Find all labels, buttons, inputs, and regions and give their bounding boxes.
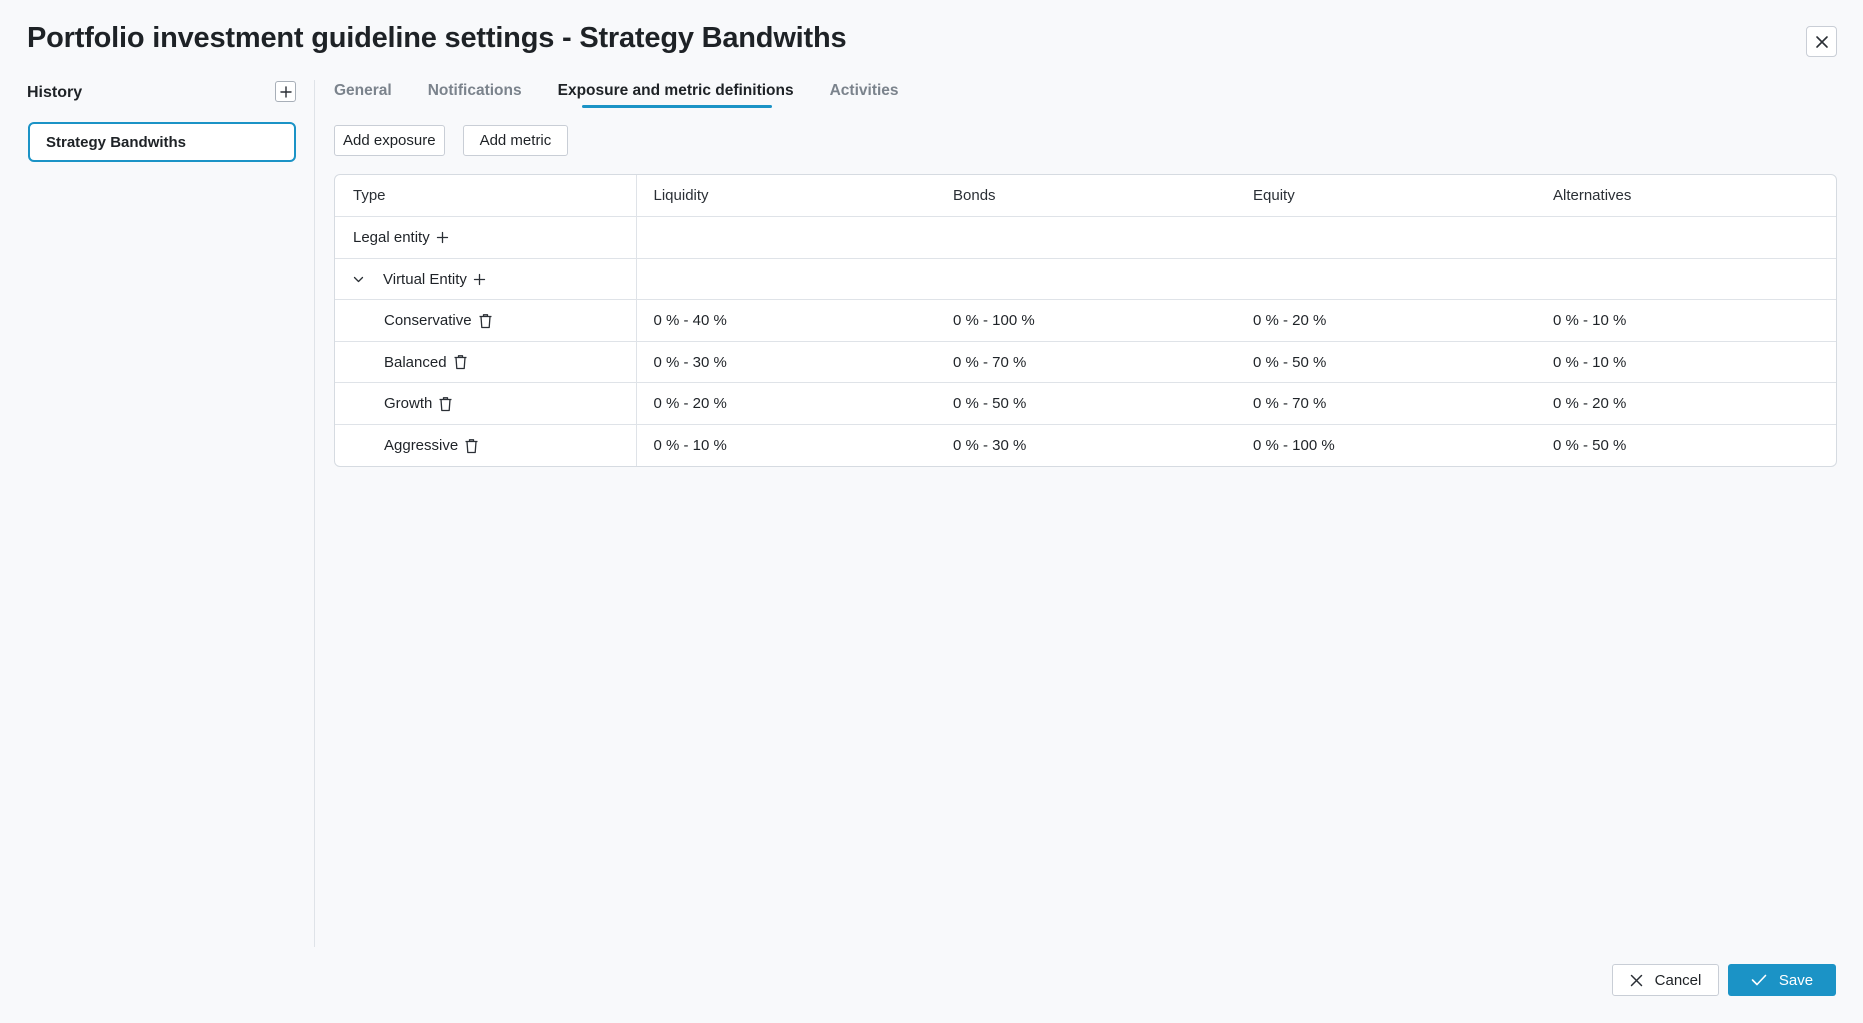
- toolbar: Add exposure Add metric: [334, 125, 569, 156]
- group-label-legal-entity: Legal entity: [353, 228, 430, 246]
- tab-bar: General Notifications Exposure and metri…: [334, 80, 935, 110]
- cell-liquidity[interactable]: 0 % - 40 %: [636, 299, 936, 342]
- cell-liquidity[interactable]: 0 % - 20 %: [636, 382, 936, 426]
- tab-activities[interactable]: Activities: [830, 80, 899, 110]
- row-name: Balanced: [384, 353, 447, 371]
- delete-row-button[interactable]: [464, 438, 479, 454]
- column-header-liquidity: Liquidity: [636, 175, 936, 218]
- cell-equity[interactable]: 0 % - 70 %: [1236, 382, 1536, 426]
- cell-alternatives[interactable]: 0 % - 10 %: [1536, 341, 1836, 384]
- plus-icon: [473, 273, 486, 286]
- trash-icon: [454, 355, 467, 370]
- cell-alternatives[interactable]: 0 % - 50 %: [1536, 425, 1836, 466]
- check-icon: [1751, 974, 1767, 986]
- tab-general[interactable]: General: [334, 80, 392, 110]
- column-header-alternatives: Alternatives: [1536, 175, 1836, 218]
- chevron-down-icon: [353, 276, 364, 283]
- add-metric-button[interactable]: Add metric: [462, 125, 569, 156]
- delete-row-button[interactable]: [453, 354, 468, 370]
- cell-equity[interactable]: 0 % - 20 %: [1236, 299, 1536, 342]
- tab-notifications[interactable]: Notifications: [428, 80, 522, 110]
- plus-icon: [436, 231, 448, 244]
- column-header-equity: Equity: [1236, 175, 1536, 218]
- cell-alternatives[interactable]: 0 % - 20 %: [1536, 382, 1836, 426]
- row-name: Growth: [384, 395, 433, 413]
- table-header-row: Type Liquidity Bonds Equity Alternatives: [335, 175, 1836, 218]
- delete-row-button[interactable]: [478, 313, 493, 329]
- table-row-virtual-entity: Virtual Entity: [335, 258, 1836, 301]
- cell-alternatives[interactable]: 0 % - 10 %: [1536, 299, 1836, 342]
- cancel-button[interactable]: Cancel: [1612, 964, 1719, 996]
- close-button[interactable]: [1806, 26, 1837, 57]
- table-row: Growth 0 % - 20 % 0 % - 50 % 0 % - 70 % …: [335, 382, 1836, 426]
- cell-bonds[interactable]: 0 % - 30 %: [936, 425, 1236, 466]
- add-history-button[interactable]: [275, 81, 296, 102]
- row-name: Conservative: [384, 312, 472, 330]
- history-sidebar: History Strategy Bandwiths: [0, 80, 315, 947]
- exposure-table: Type Liquidity Bonds Equity Alternatives…: [334, 174, 1837, 467]
- cell-bonds[interactable]: 0 % - 50 %: [936, 382, 1236, 426]
- cell-bonds[interactable]: 0 % - 70 %: [936, 341, 1236, 384]
- column-header-type: Type: [335, 175, 637, 218]
- history-item-strategy-bandwiths[interactable]: Strategy Bandwiths: [28, 122, 296, 162]
- expand-toggle[interactable]: [353, 276, 367, 283]
- close-icon: [1630, 974, 1642, 986]
- trash-icon: [465, 438, 478, 453]
- close-icon: [1815, 35, 1828, 48]
- cell-equity[interactable]: 0 % - 50 %: [1236, 341, 1536, 384]
- tab-exposure-and-metric-definitions[interactable]: Exposure and metric definitions: [558, 80, 794, 110]
- cell-liquidity[interactable]: 0 % - 10 %: [636, 425, 936, 466]
- row-name: Aggressive: [384, 437, 459, 455]
- save-button[interactable]: Save: [1728, 964, 1836, 996]
- footer-actions: Cancel Save: [1612, 964, 1836, 996]
- table-row: Aggressive 0 % - 10 % 0 % - 30 % 0 % - 1…: [335, 424, 1836, 466]
- history-label: History: [27, 84, 83, 101]
- group-label-virtual-entity: Virtual Entity: [383, 270, 467, 288]
- save-label: Save: [1778, 971, 1814, 989]
- plus-icon: [279, 85, 292, 98]
- add-virtual-entity-button[interactable]: [473, 273, 486, 286]
- table-row-legal-entity: Legal entity: [335, 216, 1836, 259]
- page-title: Portfolio investment guideline settings …: [27, 22, 847, 54]
- trash-icon: [439, 396, 452, 411]
- delete-row-button[interactable]: [438, 396, 453, 412]
- add-legal-entity-button[interactable]: [436, 231, 449, 244]
- trash-icon: [479, 313, 492, 328]
- cell-bonds[interactable]: 0 % - 100 %: [936, 299, 1236, 342]
- column-header-bonds: Bonds: [936, 175, 1236, 218]
- table-row: Conservative 0 % - 40 % 0 % - 100 % 0 % …: [335, 299, 1836, 342]
- cancel-label: Cancel: [1654, 971, 1702, 989]
- add-exposure-button[interactable]: Add exposure: [334, 125, 445, 156]
- cell-liquidity[interactable]: 0 % - 30 %: [636, 341, 936, 384]
- table-row: Balanced 0 % - 30 % 0 % - 70 % 0 % - 50 …: [335, 341, 1836, 384]
- cell-equity[interactable]: 0 % - 100 %: [1236, 425, 1536, 466]
